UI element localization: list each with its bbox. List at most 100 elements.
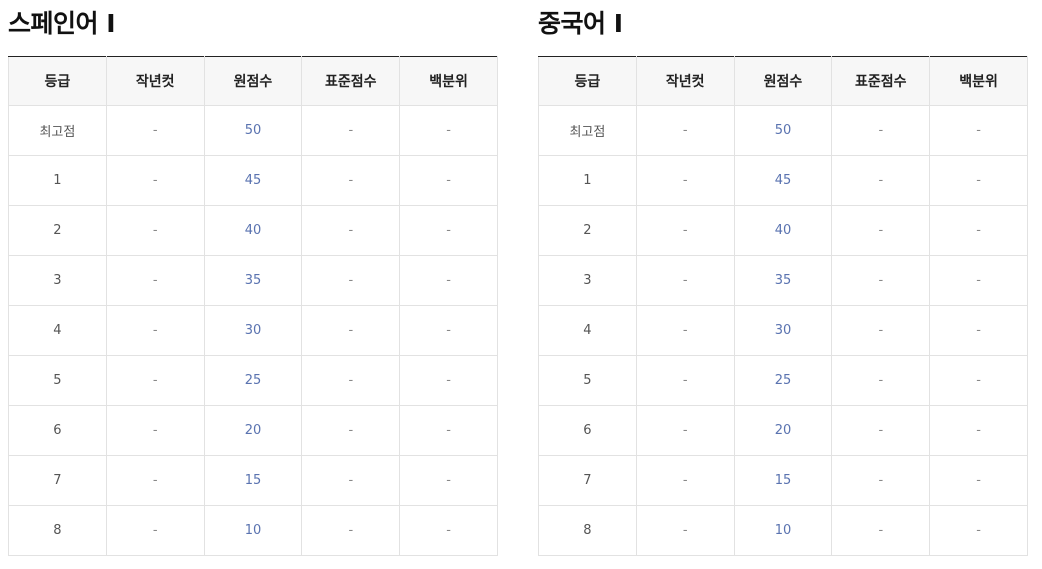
cell-raw-score: 50 [733, 105, 833, 156]
cell-standard-score: - [301, 205, 401, 256]
cell-last-year-cut: - [105, 405, 205, 456]
table-header-row: 등급 작년컷 원점수 표준점수 백분위 [538, 56, 1028, 106]
table-row: 8 - 10 - - [538, 505, 1028, 556]
cell-last-year-cut: - [105, 205, 205, 256]
cell-percentile: - [399, 155, 498, 206]
cell-standard-score: - [301, 405, 401, 456]
cell-raw-score: 45 [733, 155, 833, 206]
cell-percentile: - [929, 455, 1028, 506]
table-row: 5 - 25 - - [8, 355, 498, 406]
cell-percentile: - [929, 255, 1028, 306]
cell-grade: 5 [8, 355, 107, 406]
cell-percentile: - [929, 405, 1028, 456]
cell-percentile: - [929, 205, 1028, 256]
table-row: 7 - 15 - - [8, 455, 498, 506]
cell-raw-score: 40 [203, 205, 303, 256]
cell-last-year-cut: - [105, 505, 205, 556]
cell-standard-score: - [301, 305, 401, 356]
cell-percentile: - [929, 305, 1028, 356]
cell-grade: 8 [538, 505, 637, 556]
column-header-last-year-cut: 작년컷 [105, 56, 205, 106]
cell-standard-score: - [301, 155, 401, 206]
cell-last-year-cut: - [635, 105, 735, 156]
column-header-grade: 등급 [538, 56, 637, 106]
cell-grade: 2 [8, 205, 107, 256]
column-header-raw-score: 원점수 [203, 56, 303, 106]
cell-last-year-cut: - [635, 355, 735, 406]
cell-raw-score: 10 [203, 505, 303, 556]
cell-last-year-cut: - [635, 255, 735, 306]
cell-percentile: - [399, 105, 498, 156]
cell-last-year-cut: - [635, 155, 735, 206]
grade-cut-table: 등급 작년컷 원점수 표준점수 백분위 최고점 - 50 - - 1 - 45 … [538, 56, 1028, 556]
table-row: 3 - 35 - - [8, 255, 498, 306]
cell-raw-score: 25 [203, 355, 303, 406]
column-header-standard-score: 표준점수 [831, 56, 931, 106]
cell-percentile: - [929, 155, 1028, 206]
cell-raw-score: 20 [733, 405, 833, 456]
cell-standard-score: - [831, 505, 931, 556]
cell-last-year-cut: - [635, 205, 735, 256]
cell-last-year-cut: - [105, 355, 205, 406]
cell-standard-score: - [301, 255, 401, 306]
grade-table-panel-chinese: 중국어 I 등급 작년컷 원점수 표준점수 백분위 최고점 - 50 - - 1… [538, 0, 1028, 556]
cell-percentile: - [929, 105, 1028, 156]
cell-percentile: - [929, 505, 1028, 556]
cell-standard-score: - [301, 505, 401, 556]
cell-raw-score: 50 [203, 105, 303, 156]
cell-raw-score: 40 [733, 205, 833, 256]
cell-grade: 1 [538, 155, 637, 206]
table-row: 1 - 45 - - [538, 155, 1028, 206]
cell-last-year-cut: - [105, 155, 205, 206]
cell-standard-score: - [301, 105, 401, 156]
cell-raw-score: 35 [203, 255, 303, 306]
table-row: 6 - 20 - - [538, 405, 1028, 456]
column-header-standard-score: 표준점수 [301, 56, 401, 106]
cell-last-year-cut: - [105, 105, 205, 156]
cell-raw-score: 10 [733, 505, 833, 556]
table-title: 스페인어 I [8, 9, 116, 38]
cell-grade: 5 [538, 355, 637, 406]
cell-grade: 8 [8, 505, 107, 556]
table-header-row: 등급 작년컷 원점수 표준점수 백분위 [8, 56, 498, 106]
column-header-grade: 등급 [8, 56, 107, 106]
cell-raw-score: 30 [733, 305, 833, 356]
cell-standard-score: - [831, 305, 931, 356]
cell-grade: 최고점 [8, 105, 107, 156]
cell-standard-score: - [831, 355, 931, 406]
table-row: 8 - 10 - - [8, 505, 498, 556]
cell-grade: 3 [538, 255, 637, 306]
cell-last-year-cut: - [635, 305, 735, 356]
cell-grade: 7 [538, 455, 637, 506]
cell-percentile: - [399, 205, 498, 256]
column-header-percentile: 백분위 [929, 56, 1028, 106]
table-row: 2 - 40 - - [8, 205, 498, 256]
cell-grade: 4 [538, 305, 637, 356]
cell-percentile: - [929, 355, 1028, 406]
table-row: 7 - 15 - - [538, 455, 1028, 506]
cell-standard-score: - [831, 155, 931, 206]
cell-standard-score: - [301, 455, 401, 506]
cell-last-year-cut: - [635, 505, 735, 556]
grade-cut-table: 등급 작년컷 원점수 표준점수 백분위 최고점 - 50 - - 1 - 45 … [8, 56, 498, 556]
column-header-raw-score: 원점수 [733, 56, 833, 106]
cell-grade: 4 [8, 305, 107, 356]
grade-table-panel-spanish: 스페인어 I 등급 작년컷 원점수 표준점수 백분위 최고점 - 50 - - … [8, 0, 498, 556]
table-row: 최고점 - 50 - - [538, 105, 1028, 156]
column-header-last-year-cut: 작년컷 [635, 56, 735, 106]
table-row: 5 - 25 - - [538, 355, 1028, 406]
column-header-percentile: 백분위 [399, 56, 498, 106]
cell-standard-score: - [831, 255, 931, 306]
cell-raw-score: 15 [203, 455, 303, 506]
cell-percentile: - [399, 405, 498, 456]
cell-last-year-cut: - [635, 405, 735, 456]
cell-last-year-cut: - [635, 455, 735, 506]
cell-grade: 3 [8, 255, 107, 306]
table-row: 6 - 20 - - [8, 405, 498, 456]
cell-raw-score: 30 [203, 305, 303, 356]
cell-grade: 최고점 [538, 105, 637, 156]
cell-grade: 6 [8, 405, 107, 456]
cell-last-year-cut: - [105, 305, 205, 356]
table-row: 3 - 35 - - [538, 255, 1028, 306]
table-row: 최고점 - 50 - - [8, 105, 498, 156]
